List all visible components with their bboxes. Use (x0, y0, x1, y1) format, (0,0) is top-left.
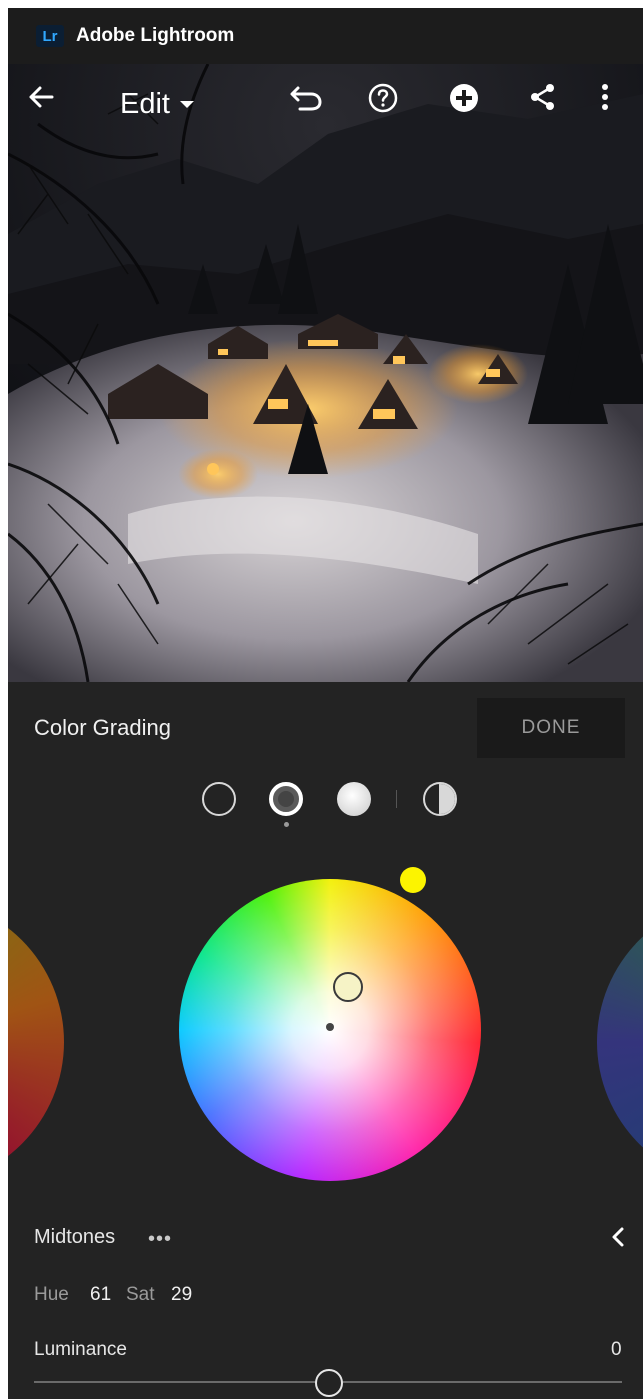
saturation-label: Sat (126, 1284, 155, 1305)
saturation-value[interactable]: 29 (171, 1284, 192, 1306)
lightroom-app: Lr Adobe Lightroom Edit Color Grading DO… (8, 8, 643, 1399)
more-options-button[interactable] (600, 82, 643, 126)
add-button[interactable] (448, 82, 492, 126)
title-bar: Lr Adobe Lightroom (8, 8, 643, 64)
edit-mode-dropdown[interactable]: Edit (120, 86, 194, 122)
hue-label: Hue (34, 1284, 69, 1305)
done-button[interactable]: DONE (477, 698, 625, 758)
add-icon (450, 84, 478, 112)
back-button[interactable] (26, 82, 70, 126)
region-label: Midtones (34, 1226, 116, 1248)
hue-swatch-handle[interactable] (400, 867, 426, 893)
panel-title: Color Grading (34, 715, 171, 740)
chevron-left-icon (612, 1227, 624, 1247)
luminance-value[interactable]: 0 (611, 1339, 622, 1361)
midtones-color-wheel[interactable] (179, 879, 481, 1181)
collapse-button[interactable] (606, 1222, 630, 1252)
help-icon (368, 83, 398, 113)
global-mode-button[interactable] (423, 782, 457, 816)
undo-icon (290, 86, 322, 111)
more-options-dots-button[interactable]: ••• (148, 1228, 172, 1251)
color-wheel-handle[interactable] (333, 972, 363, 1002)
luminance-label: Luminance (34, 1339, 127, 1360)
mode-divider (396, 790, 397, 808)
share-button[interactable] (528, 82, 572, 126)
selected-mode-indicator (284, 822, 289, 827)
hue-value[interactable]: 61 (90, 1284, 111, 1306)
top-toolbar: Edit (8, 64, 643, 140)
more-vertical-icon (602, 84, 608, 110)
lightroom-logo-icon: Lr (36, 25, 64, 47)
share-icon (531, 84, 554, 110)
highlights-color-wheel-preview[interactable] (597, 898, 643, 1186)
back-arrow-icon (29, 86, 54, 108)
app-title: Adobe Lightroom (76, 25, 235, 46)
luminance-slider-thumb[interactable] (315, 1369, 343, 1397)
shadows-color-wheel-preview[interactable] (8, 898, 64, 1186)
color-wheel-center-dot (326, 1023, 334, 1031)
undo-button[interactable] (288, 82, 332, 126)
midtones-mode-button[interactable] (269, 782, 303, 816)
edit-mode-label: Edit (120, 87, 170, 120)
help-button[interactable] (367, 82, 411, 126)
photo-preview[interactable]: Edit (8, 64, 643, 682)
photo-image (8, 64, 643, 682)
caret-down-icon (179, 100, 194, 108)
color-grading-panel: Color Grading DONE Midtones ••• Hue 61 S… (8, 682, 643, 1399)
highlights-mode-button[interactable] (337, 782, 371, 816)
shadows-mode-button[interactable] (202, 782, 236, 816)
